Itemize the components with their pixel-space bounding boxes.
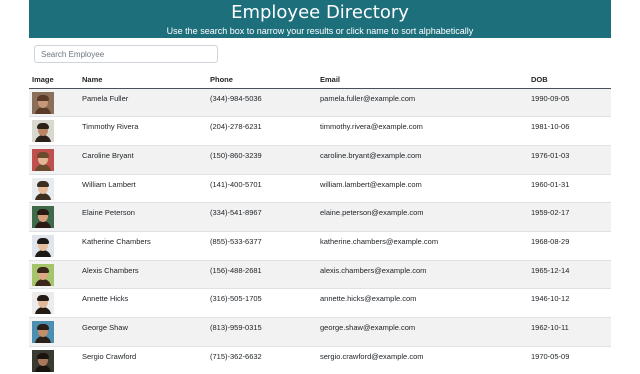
employee-email: elaine.peterson@example.com bbox=[320, 208, 424, 218]
table-row: Sergio Crawford (715)-362-6632 sergio.craw… bbox=[29, 346, 611, 374]
image-cell bbox=[29, 289, 79, 318]
employee-dob: 1946-10-12 bbox=[531, 294, 570, 304]
table-row: Alexis Chambers (156)-488-2681 alexis.cham… bbox=[29, 260, 611, 289]
image-cell bbox=[29, 174, 79, 203]
employee-dob: 1990-09-05 bbox=[531, 93, 570, 103]
employee-name: Katherine Chambers bbox=[82, 236, 151, 246]
avatar bbox=[32, 349, 54, 372]
avatar bbox=[32, 321, 54, 343]
employee-name: Pamela Fuller bbox=[82, 93, 129, 103]
table-row: Timmothy Rivera (204)-278-6231 timmothy.ri… bbox=[29, 116, 611, 146]
table-row: Pamela Fuller (344)-984-5036 pamela.fuller… bbox=[29, 88, 611, 117]
employee-dob: 1962-10-11 bbox=[531, 323, 569, 332]
employee-email: timmothy.rivera@example.com bbox=[320, 122, 423, 132]
avatar bbox=[32, 177, 54, 200]
image-cell bbox=[29, 346, 79, 374]
table-row: Katherine Chambers (855)-533-6377 katherin… bbox=[29, 231, 611, 260]
employee-email: caroline.bryant@example.com bbox=[320, 150, 422, 160]
avatar bbox=[32, 91, 54, 114]
table-row: Elaine Peterson (334)-541-8967 elaine.pete… bbox=[29, 202, 611, 232]
employee-dob: 1959-02-17 bbox=[531, 208, 570, 218]
employee-phone: (344)-984-5036 bbox=[210, 93, 262, 103]
avatar bbox=[32, 263, 54, 286]
employee-dob: 1968-08-29 bbox=[531, 236, 570, 246]
column-header-image: Image bbox=[29, 72, 79, 89]
employee-name: George Shaw bbox=[82, 323, 128, 332]
employee-dob: 1960-01-31 bbox=[531, 179, 570, 189]
avatar bbox=[32, 234, 54, 257]
avatar bbox=[32, 206, 54, 229]
image-cell bbox=[29, 318, 79, 347]
avatar bbox=[32, 148, 54, 171]
image-cell bbox=[29, 117, 79, 146]
employee-name: Elaine Peterson bbox=[82, 208, 135, 218]
column-header-email: Email bbox=[317, 72, 528, 89]
column-header-name[interactable]: Name bbox=[79, 72, 207, 89]
image-cell bbox=[29, 145, 79, 174]
employee-name: Timmothy Rivera bbox=[82, 122, 139, 132]
image-cell bbox=[29, 203, 79, 232]
table-header-row: Image Name Phone Email DOB bbox=[29, 72, 611, 89]
table-row: George Shaw (813)-959-0315 george.shaw@exa… bbox=[29, 317, 611, 347]
employee-name: Alexis Chambers bbox=[82, 265, 139, 275]
header-banner: Employee Directory Use the search box to… bbox=[29, 0, 611, 38]
employee-phone: (204)-278-6231 bbox=[210, 122, 262, 132]
table-row: William Lambert (141)-400-5701 william.lam… bbox=[29, 174, 611, 203]
employee-phone: (316)-505-1705 bbox=[210, 294, 262, 304]
employee-name: Annette Hicks bbox=[82, 294, 129, 304]
employee-email: alexis.chambers@example.com bbox=[320, 265, 427, 275]
employee-name: Caroline Bryant bbox=[82, 150, 134, 160]
page-title: Employee Directory bbox=[231, 2, 409, 23]
employee-table: Image Name Phone Email DOB Pamela Fuller… bbox=[29, 72, 611, 374]
employee-email: katherine.chambers@example.com bbox=[320, 236, 439, 246]
employee-phone: (334)-541-8967 bbox=[210, 208, 262, 218]
employee-dob: 1965-12-14 bbox=[531, 265, 570, 275]
table-row: Annette Hicks (316)-505-1705 annette.hicks… bbox=[29, 288, 611, 318]
employee-dob: 1970-05-09 bbox=[531, 351, 570, 361]
employee-phone: (141)-400-5701 bbox=[210, 179, 262, 189]
employee-dob: 1976-01-03 bbox=[531, 150, 570, 160]
image-cell bbox=[29, 231, 79, 260]
employee-phone: (150)-860-3239 bbox=[210, 150, 262, 160]
employee-phone: (715)-362-6632 bbox=[210, 351, 262, 361]
avatar bbox=[32, 292, 54, 315]
table-row: Caroline Bryant (150)-860-3239 caroline.br… bbox=[29, 145, 611, 175]
image-cell bbox=[29, 88, 79, 117]
employee-phone: (855)-533-6377 bbox=[210, 236, 262, 246]
employee-email: sergio.crawford@example.com bbox=[320, 351, 424, 361]
page-subtitle: Use the search box to narrow your result… bbox=[166, 26, 474, 36]
column-header-dob: DOB bbox=[528, 72, 611, 89]
employee-phone: (813)-959-0315 bbox=[210, 323, 262, 332]
employee-email: pamela.fuller@example.com bbox=[320, 93, 416, 103]
employee-phone: (156)-488-2681 bbox=[210, 265, 262, 275]
employee-name: William Lambert bbox=[82, 179, 136, 189]
employee-email: george.shaw@example.com bbox=[320, 323, 416, 332]
column-header-phone: Phone bbox=[207, 72, 317, 89]
employee-name: Sergio Crawford bbox=[82, 351, 137, 361]
employee-dob: 1981-10-06 bbox=[531, 122, 570, 132]
search-input[interactable] bbox=[34, 45, 218, 63]
employee-email: william.lambert@example.com bbox=[320, 179, 422, 189]
avatar bbox=[32, 120, 54, 143]
image-cell bbox=[29, 260, 79, 289]
employee-email: annette.hicks@example.com bbox=[320, 294, 417, 304]
